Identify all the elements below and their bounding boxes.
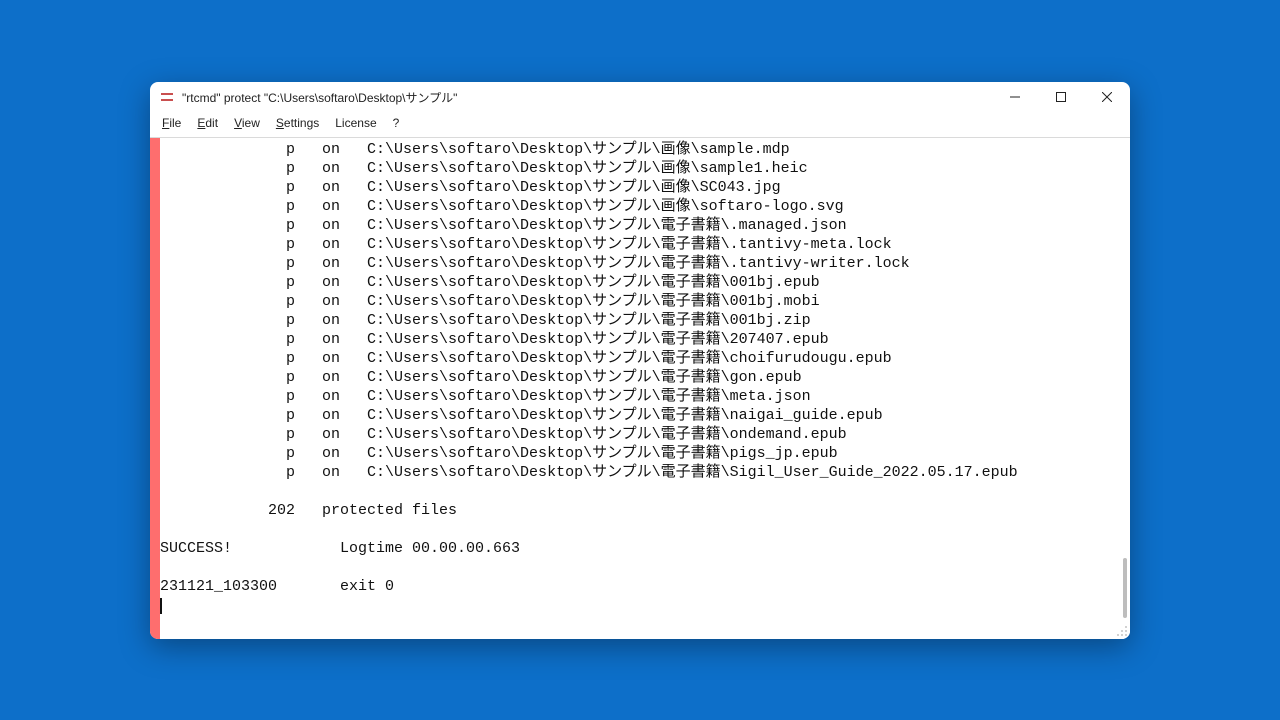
text-cursor [160, 598, 162, 614]
menu-view[interactable]: View [226, 114, 268, 132]
minimize-icon [1010, 92, 1020, 102]
menu-settings[interactable]: Settings [268, 114, 327, 132]
menu-edit[interactable]: Edit [189, 114, 226, 132]
terminal-scroll[interactable]: p on C:\Users\softaro\Desktop\サンプル\画像\sa… [160, 138, 1130, 639]
client-area: p on C:\Users\softaro\Desktop\サンプル\画像\sa… [150, 138, 1130, 639]
terminal-area: p on C:\Users\softaro\Desktop\サンプル\画像\sa… [160, 138, 1130, 639]
resize-grip-icon[interactable] [1116, 625, 1128, 637]
maximize-button[interactable] [1038, 82, 1084, 112]
window-controls [992, 82, 1130, 112]
menu-file[interactable]: File [154, 114, 189, 132]
gutter-highlight [150, 138, 160, 639]
menu-license[interactable]: License [327, 114, 384, 132]
terminal-output[interactable]: p on C:\Users\softaro\Desktop\サンプル\画像\sa… [160, 138, 1130, 623]
maximize-icon [1056, 92, 1066, 102]
menubar: File Edit View Settings License ? [150, 112, 1130, 138]
window-title: "rtcmd" protect "C:\Users\softaro\Deskto… [182, 89, 457, 106]
app-window: "rtcmd" protect "C:\Users\softaro\Deskto… [150, 82, 1130, 639]
app-icon [160, 90, 174, 104]
close-button[interactable] [1084, 82, 1130, 112]
titlebar[interactable]: "rtcmd" protect "C:\Users\softaro\Deskto… [150, 82, 1130, 112]
close-icon [1102, 92, 1112, 102]
vertical-scrollbar-thumb[interactable] [1123, 558, 1127, 618]
minimize-button[interactable] [992, 82, 1038, 112]
menu-help[interactable]: ? [385, 114, 408, 132]
